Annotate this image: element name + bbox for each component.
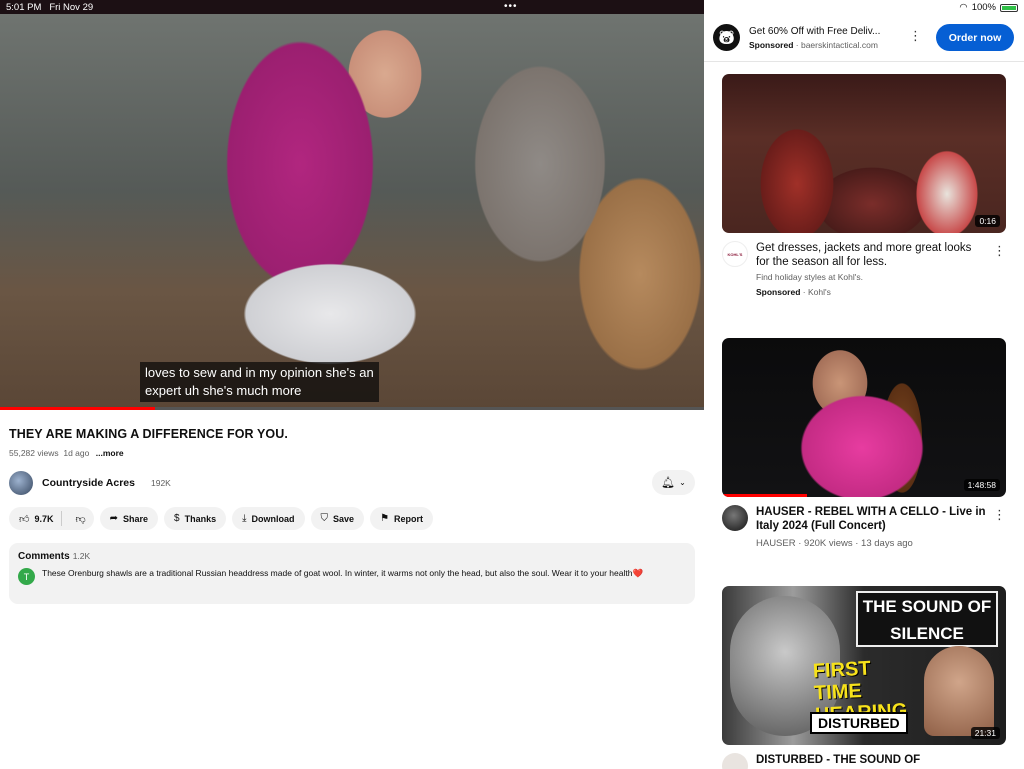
battery-percent: 100% — [971, 2, 996, 13]
sponsored-line: Sponsored · Kohl's — [756, 287, 831, 297]
share-button[interactable]: ➦ Share — [99, 507, 159, 530]
video-thumbnail[interactable]: THE SOUND OF SILENCE FIRST TIME HEARING … — [722, 586, 1006, 745]
comment-text: These Orenburg shawls are a traditional … — [42, 568, 644, 578]
heart-emoji: ❤️ — [632, 568, 644, 578]
status-bar: 5:01 PM Fri Nov 29 ••• ◠ 100% — [0, 0, 1024, 14]
feed-item-info: KOHL'S Get dresses, jackets and more gre… — [722, 241, 1006, 297]
top-comment: T These Orenburg shawls are a traditiona… — [18, 567, 686, 585]
download-button[interactable]: ⤓ Download — [232, 507, 305, 530]
feed-item-ad[interactable]: 0:16 KOHL'S Get dresses, jackets and mor… — [722, 74, 1006, 297]
share-icon: ➦ — [109, 513, 119, 524]
thumbnail-reactor-face — [924, 646, 994, 736]
order-now-button[interactable]: Order now — [936, 24, 1014, 51]
like-dislike-button[interactable]: 👍︎ 9.7K 👎︎ — [9, 507, 94, 530]
duration-badge: 0:16 — [975, 215, 1000, 227]
wifi-icon: ◠ — [959, 2, 968, 13]
feed-title[interactable]: HAUSER - REBEL WITH A CELLO - Live in It… — [756, 505, 988, 533]
ad-menu-icon[interactable]: ⋮ — [909, 28, 922, 44]
more-options-icon[interactable]: ⋮ — [993, 243, 1006, 259]
video-progress-bar[interactable] — [0, 407, 704, 410]
download-icon: ⤓ — [242, 513, 247, 524]
video-meta: 55,282 views 1d ago ...more — [9, 448, 124, 458]
thumbnail-text-disturbed: DISTURBED — [810, 712, 908, 734]
progress-fill — [0, 407, 155, 410]
more-options-icon[interactable]: ⋮ — [993, 507, 1006, 523]
duration-badge: 1:48:58 — [963, 479, 1000, 491]
status-time: 5:01 PM Fri Nov 29 — [6, 2, 94, 13]
more-link[interactable]: ...more — [96, 448, 124, 458]
feed-title[interactable]: DISTURBED - THE SOUND OF — [756, 753, 988, 767]
channel-row[interactable]: Countryside Acres 192K — [9, 470, 171, 495]
video-title: THEY ARE MAKING A DIFFERENCE FOR YOU. — [9, 427, 288, 441]
battery-icon — [1000, 3, 1018, 12]
comments-header: Comments 1.2K — [18, 551, 91, 562]
notification-bell-button[interactable]: 🔔︎ ⌄ — [652, 470, 695, 495]
channel-name[interactable]: Countryside Acres — [42, 477, 135, 489]
report-button[interactable]: ⚑ Report — [370, 507, 434, 530]
advertiser-logo: 🐻︎ — [713, 24, 740, 51]
ad-title: Get 60% Off with Free Deliv... — [749, 26, 881, 37]
feed-item-info: HAUSER - REBEL WITH A CELLO - Live in It… — [722, 505, 1006, 549]
bell-icon: 🔔︎ — [661, 477, 676, 489]
duration-badge: 21:31 — [970, 727, 1000, 739]
watched-progress — [722, 494, 808, 497]
comments-panel[interactable]: Comments 1.2K T These Orenburg shawls are… — [9, 543, 695, 604]
advertiser-avatar: KOHL'S — [722, 241, 748, 267]
feed-item-video[interactable]: 1:48:58 HAUSER - REBEL WITH A CELLO - Li… — [722, 338, 1006, 549]
status-right: ◠ 100% — [959, 2, 1018, 13]
ad-subline: Sponsored · baerskintactical.com — [749, 40, 878, 50]
subscriber-count: 192K — [150, 477, 171, 488]
feed-item-video[interactable]: THE SOUND OF SILENCE FIRST TIME HEARING … — [722, 586, 1006, 769]
save-button[interactable]: ⛉ Save — [310, 507, 365, 530]
top-ad-banner[interactable]: 🐻︎ Get 60% Off with Free Deliv... Sponso… — [704, 14, 1024, 62]
flag-icon: ⚑ — [380, 513, 390, 524]
thanks-button[interactable]: $ Thanks — [164, 507, 227, 530]
feed-meta: HAUSER · 920K views · 13 days ago — [756, 538, 913, 549]
channel-avatar[interactable] — [722, 505, 748, 531]
dislike-button[interactable]: 👎︎ — [67, 513, 93, 525]
thanks-icon: $ — [174, 513, 180, 524]
thumbs-down-icon: 👎︎ — [75, 513, 86, 525]
commenter-avatar: T — [18, 568, 35, 585]
thumbnail-text-box: THE SOUND OF SILENCE — [856, 591, 998, 647]
feed-description: Find holiday styles at Kohl's. — [756, 272, 863, 282]
chevron-down-icon: ⌄ — [679, 478, 686, 487]
like-button[interactable]: 👍︎ 9.7K — [9, 511, 63, 526]
channel-avatar[interactable] — [9, 470, 33, 495]
video-thumbnail[interactable]: 0:16 — [722, 74, 1006, 233]
video-thumbnail[interactable]: 1:48:58 — [722, 338, 1006, 497]
feed-title[interactable]: Get dresses, jackets and more great look… — [756, 241, 988, 269]
action-bar: 👍︎ 9.7K 👎︎ ➦ Share $ Thanks ⤓ Download ⛉ Save… — [9, 507, 434, 530]
video-player[interactable]: loves to sew and in my opinion she's an … — [0, 14, 704, 410]
thumbs-up-icon: 👍︎ — [19, 513, 30, 525]
subtitle-caption: loves to sew and in my opinion she's an … — [140, 362, 379, 402]
bookmark-icon: ⛉ — [320, 513, 329, 524]
multitask-dots[interactable]: ••• — [504, 1, 518, 12]
